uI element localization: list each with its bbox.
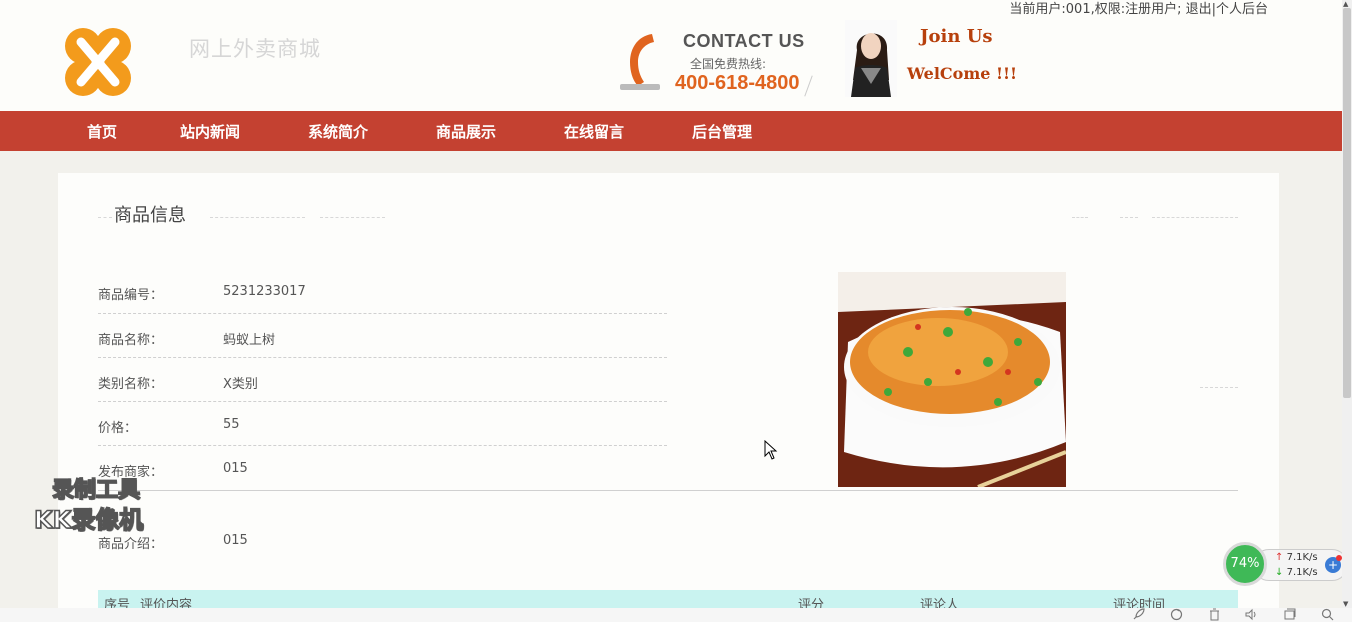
refresh-icon[interactable] bbox=[1170, 608, 1183, 621]
join-us-text: Join Us bbox=[920, 26, 993, 47]
rocket-icon[interactable] bbox=[1132, 608, 1145, 621]
arrow-down-icon: ↓ bbox=[1275, 567, 1284, 578]
price-value: 55 bbox=[223, 417, 240, 432]
browser-status-bar bbox=[0, 608, 1352, 622]
product-name-value: 蚂蚁上树 bbox=[223, 333, 276, 348]
merchant-value: 015 bbox=[223, 461, 248, 476]
user-info-bar[interactable]: 当前用户:001,权限:注册用户; 退出|个人后台 bbox=[1009, 0, 1268, 17]
avatar bbox=[845, 20, 897, 97]
divider bbox=[320, 217, 385, 218]
scroll-thumb[interactable] bbox=[1343, 8, 1351, 398]
section-title: 商品信息 bbox=[114, 205, 186, 226]
content-panel bbox=[58, 173, 1279, 622]
intro-value: 015 bbox=[223, 533, 248, 548]
download-speed: ↓ 7.1K/s bbox=[1275, 567, 1318, 578]
divider bbox=[210, 217, 305, 218]
nav-news[interactable]: 站内新闻 bbox=[180, 121, 240, 142]
divider bbox=[98, 217, 112, 218]
nav-home[interactable]: 首页 bbox=[87, 121, 117, 142]
price-label: 价格： bbox=[98, 421, 138, 436]
network-monitor-widget[interactable]: 74% ↑ 7.1K/s ↓ 7.1K/s + bbox=[1223, 542, 1348, 586]
divider bbox=[98, 490, 1238, 491]
product-id-label: 商品编号： bbox=[98, 288, 164, 303]
divider bbox=[98, 313, 667, 314]
nav-about[interactable]: 系统简介 bbox=[308, 121, 368, 142]
divider bbox=[98, 445, 667, 446]
category-value: X类别 bbox=[223, 377, 258, 392]
speaker-icon[interactable] bbox=[1245, 608, 1258, 621]
divider bbox=[98, 401, 667, 402]
main-nav: 首页 站内新闻 系统简介 商品展示 在线留言 后台管理 bbox=[0, 111, 1342, 151]
product-name-label: 商品名称： bbox=[98, 333, 164, 348]
nav-products[interactable]: 商品展示 bbox=[436, 121, 496, 142]
search-icon[interactable] bbox=[1321, 608, 1334, 621]
mouse-cursor-icon bbox=[764, 440, 778, 460]
contact-title: CONTACT US bbox=[683, 31, 805, 51]
divider bbox=[1072, 217, 1088, 218]
divider bbox=[1200, 387, 1238, 388]
arrow-up-icon: ↑ bbox=[1275, 552, 1284, 563]
window-icon[interactable] bbox=[1283, 608, 1296, 621]
divider bbox=[1152, 217, 1238, 218]
category-label: 类别名称： bbox=[98, 377, 164, 392]
vertical-scrollbar[interactable]: ▲ ▼ bbox=[1342, 0, 1352, 608]
site-title: 网上外卖商城 bbox=[189, 37, 321, 61]
watermark-line2: KK录像机 bbox=[33, 505, 144, 535]
divider bbox=[804, 75, 813, 97]
product-image bbox=[838, 272, 1066, 487]
upload-speed: ↑ 7.1K/s bbox=[1275, 552, 1318, 563]
trash-icon[interactable] bbox=[1208, 608, 1221, 621]
welcome-text: WelCome !!! bbox=[907, 64, 1018, 83]
intro-label: 商品介绍： bbox=[98, 537, 164, 552]
divider bbox=[98, 357, 667, 358]
scroll-up-icon[interactable]: ▲ bbox=[1343, 0, 1348, 8]
site-header: 当前用户:001,权限:注册用户; 退出|个人后台 网上外卖商城 CONTACT… bbox=[0, 0, 1342, 111]
logo-icon[interactable] bbox=[59, 24, 137, 100]
contact-subtitle: 全国免费热线: bbox=[690, 57, 767, 71]
contact-phone: 400-618-4800 bbox=[675, 72, 800, 94]
nav-admin[interactable]: 后台管理 bbox=[692, 121, 752, 142]
divider bbox=[1120, 217, 1138, 218]
scroll-down-icon[interactable]: ▼ bbox=[1343, 600, 1348, 608]
phone-icon bbox=[620, 34, 660, 90]
product-id-value: 5231233017 bbox=[223, 284, 306, 299]
nav-messages[interactable]: 在线留言 bbox=[564, 121, 624, 142]
memory-usage-indicator[interactable]: 74% bbox=[1223, 542, 1267, 586]
reviews-table-header: 序号 评价内容 评分 评论人 评论时间 bbox=[98, 590, 1238, 613]
